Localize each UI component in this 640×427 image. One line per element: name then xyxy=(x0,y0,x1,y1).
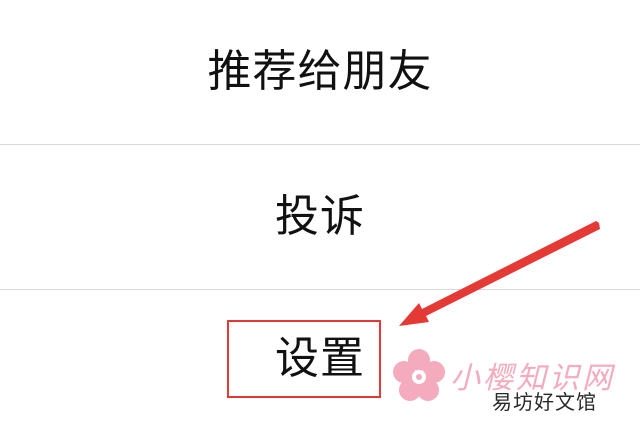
menu-item-label: 推荐给朋友 xyxy=(207,46,433,97)
menu-item-settings[interactable]: 设置 xyxy=(0,290,640,427)
menu-item-label: 设置 xyxy=(275,332,365,384)
action-menu: 推荐给朋友 投诉 设置 xyxy=(0,0,640,427)
menu-item-complain[interactable]: 投诉 xyxy=(0,145,640,290)
menu-item-label: 投诉 xyxy=(275,191,365,242)
menu-item-recommend[interactable]: 推荐给朋友 xyxy=(0,0,640,145)
